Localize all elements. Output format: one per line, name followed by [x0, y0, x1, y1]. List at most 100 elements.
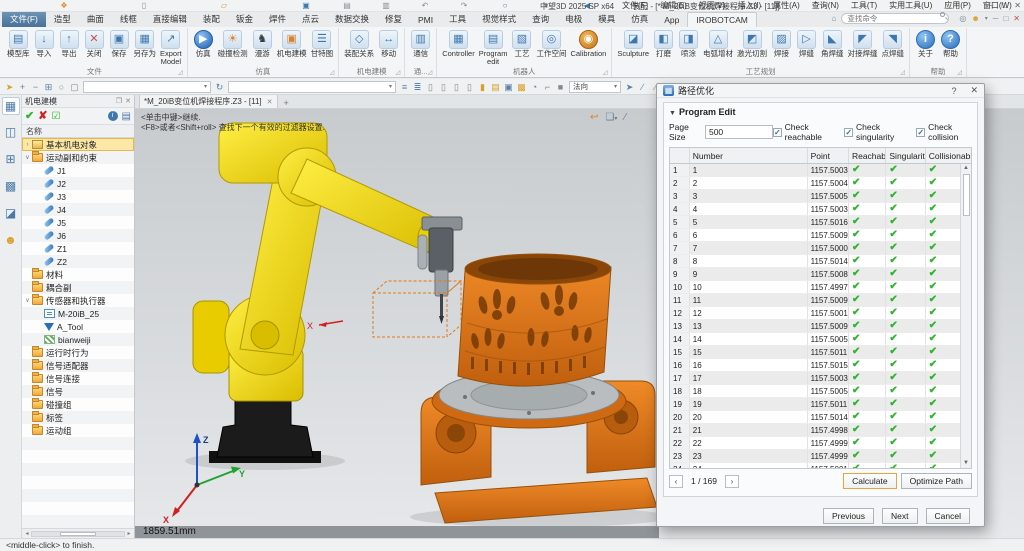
palette-icon[interactable]: ▩: [515, 80, 528, 94]
assembly-manager-icon[interactable]: ◫: [2, 124, 20, 142]
page-size-input[interactable]: [704, 125, 773, 139]
checkbox-icon[interactable]: ✓: [772, 127, 782, 137]
tree-item[interactable]: M-20iB_25: [22, 307, 134, 320]
checkbox-icon[interactable]: ✓: [844, 127, 854, 137]
undo-icon[interactable]: ↶: [406, 1, 444, 11]
view-3-icon[interactable]: ▯: [450, 80, 463, 94]
bookmark-icon[interactable]: ▮: [476, 80, 489, 94]
tree-item[interactable]: Z1: [22, 242, 134, 255]
expand-arrow-icon[interactable]: ∨: [24, 297, 31, 304]
align-left-icon[interactable]: ≡: [398, 80, 411, 94]
cancel-button[interactable]: ✘: [38, 109, 47, 124]
close-button[interactable]: ✕: [1014, 0, 1021, 11]
tree-item[interactable]: ∨ 运动副和约束: [22, 151, 134, 164]
ribbon-tab[interactable]: 电极: [557, 11, 590, 27]
hierarchy-icon[interactable]: ⊞: [2, 151, 20, 169]
clock-icon[interactable]: ◔: [528, 80, 541, 94]
exit-sketch-icon[interactable]: ↩: [590, 112, 598, 123]
menu-item[interactable]: 实用工具(U): [883, 0, 938, 11]
ribbon-button[interactable]: ◩ 激光切割: [735, 28, 769, 58]
ribbon-button[interactable]: ↓ 导入: [32, 28, 57, 58]
table-row[interactable]: 22 22 1157.4999... ✔ ✔ ✔: [670, 437, 971, 450]
image-icon[interactable]: ▣: [502, 80, 515, 94]
table-row[interactable]: 17 17 1157.5003... ✔ ✔ ✔: [670, 372, 971, 385]
ribbon-button[interactable]: ▥ 通信: [408, 28, 433, 58]
dialog-close-icon[interactable]: ✕: [970, 85, 978, 96]
ribbon-tab[interactable]: 曲面: [79, 11, 112, 27]
table-row[interactable]: 4 4 1157.5003... ✔ ✔ ✔: [670, 203, 971, 216]
group-expander-icon[interactable]: ◿: [428, 69, 433, 76]
table-row[interactable]: 3 3 1157.5005... ✔ ✔ ✔: [670, 190, 971, 203]
next-page-button[interactable]: ›: [725, 474, 739, 488]
sketch-icon[interactable]: ∕: [636, 80, 649, 94]
ribbon-tab[interactable]: 视觉样式: [474, 11, 524, 27]
globe-icon[interactable]: ◎: [959, 14, 966, 23]
tree-item[interactable]: Z2: [22, 255, 134, 268]
check-option[interactable]: ✓ Check singularity: [844, 122, 906, 142]
table-row[interactable]: 5 5 1157.5016... ✔ ✔ ✔: [670, 216, 971, 229]
table-row[interactable]: 21 21 1157.4998... ✔ ✔ ✔: [670, 424, 971, 437]
box-select-icon[interactable]: ▢: [68, 80, 81, 94]
tree-item[interactable]: bianweiji: [22, 333, 134, 346]
tree-item[interactable]: J6: [22, 229, 134, 242]
previous-button[interactable]: Previous: [822, 508, 875, 524]
save-icon[interactable]: ▣: [285, 1, 327, 11]
ribbon-tab[interactable]: 线框: [112, 11, 145, 27]
align-mid-icon[interactable]: ≣: [411, 80, 424, 94]
table-row[interactable]: 10 10 1157.4997... ✔ ✔ ✔: [670, 281, 971, 294]
ribbon-button[interactable]: ✕ 关闭: [82, 28, 107, 58]
ribbon-button[interactable]: ◧ 打磨: [651, 28, 676, 58]
ribbon-tab[interactable]: 仿真: [623, 11, 656, 27]
table-row[interactable]: 20 20 1157.5014... ✔ ✔ ✔: [670, 411, 971, 424]
menu-item[interactable]: 工具(T): [845, 0, 883, 11]
expand-arrow-icon[interactable]: ›: [24, 142, 31, 148]
collapse-icon[interactable]: ▼: [669, 110, 676, 117]
table-row[interactable]: 23 23 1157.4999... ✔ ✔ ✔: [670, 450, 971, 463]
ribbon-button[interactable]: ▤ Program edit: [477, 28, 510, 66]
table-row[interactable]: 18 18 1157.5005... ✔ ✔ ✔: [670, 385, 971, 398]
search-input[interactable]: [841, 13, 950, 24]
orientation-select[interactable]: 法向 ▾: [569, 80, 621, 93]
ribbon-button[interactable]: ◤ 对接焊缝: [846, 28, 880, 58]
redo-icon[interactable]: ↷: [445, 1, 483, 11]
tree-item[interactable]: ∨ 传感器和执行器: [22, 294, 134, 307]
cancel-button[interactable]: Cancel: [925, 508, 970, 524]
tree-item[interactable]: J4: [22, 203, 134, 216]
table-row[interactable]: 14 14 1157.5005... ✔ ✔ ✔: [670, 333, 971, 346]
ribbon-button[interactable]: ▣ 保存: [107, 28, 132, 58]
table-row[interactable]: 9 9 1157.5008... ✔ ✔ ✔: [670, 268, 971, 281]
ribbon-button[interactable]: i 关于: [913, 28, 938, 58]
menu-item[interactable]: 应用(P): [938, 0, 977, 11]
ribbon-tab[interactable]: App: [656, 13, 687, 27]
tree-item[interactable]: › 基本机电对象: [22, 138, 134, 151]
group-expander-icon[interactable]: ◿: [396, 69, 401, 76]
filter-cursor-icon[interactable]: ➤: [3, 80, 16, 94]
table-row[interactable]: 13 13 1157.5009... ✔ ✔ ✔: [670, 320, 971, 333]
app-logo-icon[interactable]: ❖: [4, 1, 124, 11]
ribbon-tab[interactable]: 工具: [441, 11, 474, 27]
regen-icon[interactable]: ○: [484, 1, 526, 11]
ribbon-button[interactable]: ▦ Controller: [440, 28, 477, 58]
ribbon-button[interactable]: ◇ 装配关系: [342, 28, 376, 58]
pin-icon[interactable]: ⌐: [541, 80, 554, 94]
view-2-icon[interactable]: ▯: [437, 80, 450, 94]
table-row[interactable]: 11 11 1157.5009... ✔ ✔ ✔: [670, 294, 971, 307]
open-file-icon[interactable]: ▱: [164, 1, 284, 11]
ribbon-button[interactable]: ↗ Export Model: [158, 28, 184, 66]
pencil-icon[interactable]: ∕: [624, 112, 626, 123]
view-4-icon[interactable]: ▯: [463, 80, 476, 94]
ribbon-tab[interactable]: 钣金: [228, 11, 261, 27]
ribbon-tab[interactable]: 造型: [46, 11, 79, 27]
ribbon-button[interactable]: △ 电弧增材: [701, 28, 735, 58]
grid-snap-icon[interactable]: ⊞: [42, 80, 55, 94]
ribbon-tab[interactable]: PMI: [410, 13, 441, 27]
panel-close-icon[interactable]: ✕: [125, 97, 131, 105]
plot-icon[interactable]: ▥: [367, 1, 405, 11]
account-icon[interactable]: ☻: [971, 14, 979, 23]
history-select[interactable]: ▾: [228, 80, 396, 93]
optimize-path-button[interactable]: Optimize Path: [900, 473, 972, 489]
ribbon-button[interactable]: ? 帮助: [938, 28, 963, 58]
minimize-button[interactable]: ─: [988, 0, 994, 11]
report-icon[interactable]: ▤: [122, 109, 131, 124]
tree-item[interactable]: A_Tool: [22, 320, 134, 333]
